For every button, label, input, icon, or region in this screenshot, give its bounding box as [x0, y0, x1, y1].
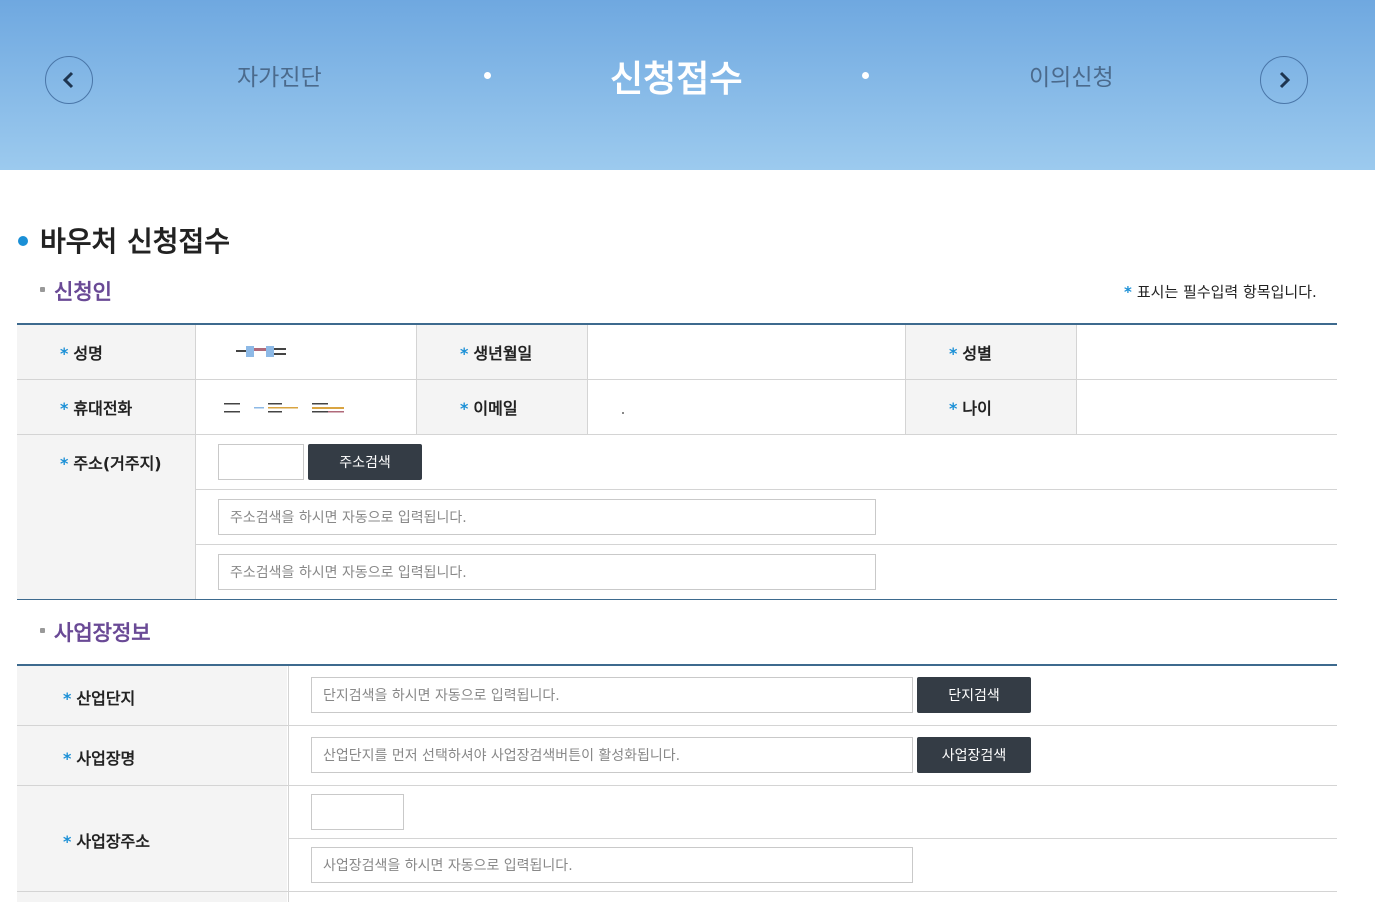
row-divider [17, 434, 1337, 435]
complex-field[interactable]: 단지검색을 하시면 자동으로 입력됩니다. [311, 677, 913, 713]
chevron-right-icon [1279, 71, 1291, 89]
business-address-field[interactable]: 사업장검색을 하시면 자동으로 입력됩니다. [311, 847, 913, 883]
row-divider [196, 544, 1337, 545]
step-separator [484, 72, 491, 79]
row-divider [196, 489, 1337, 490]
birth-label: * 생년월일 [460, 344, 533, 363]
label-column [17, 666, 287, 902]
address-line2-field[interactable]: 주소검색을 하시면 자동으로 입력됩니다. [218, 554, 876, 590]
age-label: * 나이 [949, 399, 992, 418]
email-label: * 이메일 [460, 399, 518, 418]
section-bullet [40, 287, 45, 292]
col-divider [587, 325, 588, 434]
col-divider [288, 666, 289, 902]
required-star: * [1124, 283, 1132, 301]
prev-step-button[interactable] [45, 56, 93, 104]
col-divider [195, 325, 196, 599]
title-bullet [18, 236, 28, 246]
section-title-business: 사업장정보 [54, 621, 151, 645]
address-label: * 주소(거주지) [60, 454, 162, 473]
complex-label: * 산업단지 [63, 689, 136, 708]
section-bullet [40, 628, 45, 633]
name-label: * 성명 [60, 344, 103, 363]
chevron-left-icon [62, 71, 74, 89]
postal-code-field[interactable] [218, 444, 304, 480]
step-application: 신청접수 [610, 59, 743, 100]
address-line1-field[interactable]: 주소검색을 하시면 자동으로 입력됩니다. [218, 499, 876, 535]
row-divider [17, 891, 1337, 892]
business-name-label: * 사업장명 [63, 749, 136, 768]
row-divider [17, 379, 1337, 380]
address-search-button[interactable]: 주소검색 [308, 444, 422, 480]
phone-label: * 휴대전화 [60, 399, 133, 418]
required-note: * 표시는 필수입력 항목입니다. [1124, 283, 1317, 301]
masked-phone-value [224, 400, 346, 419]
col-divider [905, 325, 906, 434]
gender-label: * 성별 [949, 344, 992, 363]
row-divider [17, 725, 1337, 726]
step-banner: 자가진단 신청접수 이의신청 [0, 0, 1375, 170]
row-divider [289, 838, 1337, 839]
col-divider [1076, 325, 1077, 434]
next-step-button[interactable] [1260, 56, 1308, 104]
complex-search-button[interactable]: 단지검색 [917, 677, 1031, 713]
page-title: 바우처 신청접수 [40, 225, 231, 258]
step-self-diagnosis[interactable]: 자가진단 [237, 58, 322, 92]
table-bottom-rule [17, 599, 1337, 600]
business-postal-code-field[interactable] [311, 794, 404, 830]
masked-name-value [236, 344, 288, 364]
step-objection[interactable]: 이의신청 [1029, 58, 1114, 92]
step-separator [862, 72, 869, 79]
col-divider [416, 325, 417, 434]
row-divider [17, 785, 1337, 786]
table-top-rule [17, 323, 1337, 325]
masked-email-value [622, 412, 624, 414]
business-name-field[interactable]: 산업단지를 먼저 선택하셔야 사업장검색버튼이 활성화됩니다. [311, 737, 913, 773]
business-address-label: * 사업장주소 [63, 832, 150, 851]
section-title-applicant: 신청인 [54, 280, 112, 304]
business-search-button[interactable]: 사업장검색 [917, 737, 1031, 773]
